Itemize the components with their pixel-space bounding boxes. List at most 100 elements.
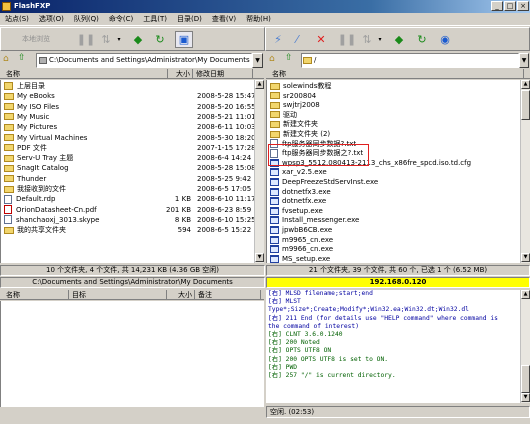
chevron-down-icon[interactable]: ▾ xyxy=(376,31,384,48)
table-row[interactable]: PDF 文件 2007-1-15 17:28 xyxy=(1,143,254,153)
table-row[interactable]: Serv-U Tray 主题 2008-6-4 14:24 xyxy=(1,153,254,163)
queue-column-size[interactable]: 大小 xyxy=(167,290,195,300)
pause-icon[interactable]: ❚❚ xyxy=(77,31,95,48)
table-row[interactable]: My eBooks 2008-5-28 15:47 xyxy=(1,91,254,101)
application-icon xyxy=(270,197,279,206)
left-path-dropdown[interactable]: ▼ xyxy=(252,53,263,68)
column-size[interactable]: 大小 xyxy=(168,69,193,79)
folder-icon xyxy=(4,154,14,162)
menu-item-0[interactable]: 站点(S) xyxy=(0,13,34,26)
right-column-header: 名称 xyxy=(266,69,530,79)
menu-item-2[interactable]: 队列(Q) xyxy=(69,13,104,26)
menu-item-1[interactable]: 选项(O) xyxy=(34,13,69,26)
menu-item-6[interactable]: 查看(V) xyxy=(207,13,241,26)
column-date[interactable]: 修改日期 xyxy=(193,69,253,79)
scroll-up-arrow[interactable]: ▲ xyxy=(521,290,530,299)
file-date: 2008-6-11 10:03 xyxy=(197,123,254,132)
menu-bar: 站点(S) 选项(O) 队列(Q) 命令(C) 工具(T) 目录(D) 查看(V) 帮助(H) xyxy=(0,13,530,26)
local-browse-button[interactable]: 本地浏览 xyxy=(4,30,68,48)
log-line: [右] MLSD filename;start;end xyxy=(268,290,373,297)
queue-column-name[interactable]: 名称 xyxy=(3,290,69,300)
refresh-icon[interactable]: ↻ xyxy=(151,31,169,48)
scroll-thumb[interactable] xyxy=(521,365,530,393)
menu-item-3[interactable]: 命令(C) xyxy=(104,13,138,26)
table-row[interactable]: OrionDatasheet-Cn.pdf 201 KB 2008-6-23 8:5… xyxy=(1,205,254,215)
menu-item-5[interactable]: 目录(D) xyxy=(172,13,207,26)
scroll-down-arrow[interactable]: ▼ xyxy=(521,253,530,262)
view-icon[interactable]: ▣ xyxy=(175,31,193,48)
folder-icon xyxy=(4,226,14,234)
left-address-bar: ⌂ ⇧ C:\Documents and Settings\Administra… xyxy=(0,52,265,69)
menu-item-4[interactable]: 工具(T) xyxy=(138,13,172,26)
log-scrollbar[interactable]: ▲ ▼ xyxy=(520,290,530,403)
right-path-dropdown[interactable]: ▼ xyxy=(519,53,529,68)
menu-item-7[interactable]: 帮助(H) xyxy=(241,13,276,26)
abort-icon[interactable]: ✕ xyxy=(312,31,330,48)
table-row[interactable]: shanchaoxj_3013.skype 8 KB 2008-6-10 15:25 xyxy=(1,215,254,225)
column-name[interactable]: 名称 xyxy=(269,69,524,79)
table-row[interactable]: 上层目录 xyxy=(1,81,254,91)
home-icon[interactable]: ⌂ xyxy=(3,54,9,64)
file-date: 2008-6-10 15:25 xyxy=(197,215,254,224)
table-row[interactable]: MS_setup.exe xyxy=(267,254,520,263)
plug-icon[interactable]: ⚡ xyxy=(269,31,287,48)
file-name: 新建文件夹 (2) xyxy=(283,130,331,138)
application-icon xyxy=(270,168,279,177)
table-row[interactable]: My ISO Files 2008-5-20 16:55 xyxy=(1,102,254,112)
connect-icon[interactable]: ◆ xyxy=(390,31,408,48)
up-arrow-icon[interactable]: ⇧ xyxy=(285,53,293,63)
folder-icon xyxy=(4,134,14,141)
left-scrollbar[interactable]: ▲ ▼ xyxy=(254,80,264,263)
table-row[interactable]: 我的共享文件夹 594 2008-6-5 15:22 xyxy=(1,225,254,235)
scroll-thumb[interactable] xyxy=(521,90,530,120)
queue-column-note[interactable]: 备注 xyxy=(195,290,261,300)
file-name: sr200804 xyxy=(283,91,317,100)
table-row[interactable]: 我接收到的文件 2008-6-5 17:05 xyxy=(1,184,254,194)
transfer-icon[interactable]: ⇅ xyxy=(97,31,115,48)
left-path-text: C:\Documents and Settings\Administrator\… xyxy=(49,56,250,64)
scroll-down-arrow[interactable]: ▼ xyxy=(255,253,264,262)
home-icon[interactable]: ⌂ xyxy=(269,54,275,64)
file-date: 2007-1-15 17:28 xyxy=(197,143,254,152)
file-date: 2008-5-30 18:20 xyxy=(197,133,254,142)
left-file-list[interactable]: 上层目录 My eBooks 2008-5-28 15:47 My ISO Files… xyxy=(0,80,254,263)
scroll-up-arrow[interactable]: ▲ xyxy=(521,80,530,89)
right-address-bar: ⌂ ⇧ / ▼ xyxy=(265,52,530,69)
pause-icon[interactable]: ❚❚ xyxy=(338,31,356,48)
application-icon xyxy=(270,206,279,215)
scroll-up-arrow[interactable]: ▲ xyxy=(255,80,264,89)
chevron-down-icon[interactable]: ▾ xyxy=(115,31,123,48)
up-arrow-icon[interactable]: ⇧ xyxy=(18,53,26,63)
folder-icon xyxy=(4,164,14,172)
table-row[interactable]: My Virtual Machines 2008-5-30 18:20 xyxy=(1,133,254,143)
table-row[interactable]: SnagIt Catalog 2008-5-28 15:08 xyxy=(1,163,254,173)
right-scrollbar[interactable]: ▲ ▼ xyxy=(520,80,530,263)
disconnect-icon[interactable]: ⁄ xyxy=(288,31,306,48)
transfer-queue[interactable] xyxy=(0,301,264,407)
folder-icon xyxy=(270,120,280,128)
table-row[interactable]: Thunder 2008-5-25 9:42 xyxy=(1,174,254,184)
file-name: 上层目录 xyxy=(17,82,45,90)
table-row[interactable]: My Pictures 2008-6-11 10:03 xyxy=(1,122,254,132)
file-size: 1 KB xyxy=(174,195,191,204)
scroll-down-arrow[interactable]: ▼ xyxy=(521,393,530,402)
left-path-input[interactable]: C:\Documents and Settings\Administrator\… xyxy=(36,53,252,68)
column-name[interactable]: 名称 xyxy=(3,69,168,79)
table-row[interactable]: Default.rdp 1 KB 2008-6-10 11:17 xyxy=(1,194,254,204)
transfer-icon[interactable]: ⇅ xyxy=(358,31,376,48)
file-name: Serv-U Tray 主题 xyxy=(17,154,74,163)
view-icon[interactable]: ◉ xyxy=(436,31,454,48)
app-icon xyxy=(2,2,11,11)
minimize-button[interactable]: _ xyxy=(491,1,503,11)
table-row[interactable]: My Music 2008-5-21 11:01 xyxy=(1,112,254,122)
right-file-list[interactable]: solewinds教程 sr200804 swjtrj2008 驱动 新建文件夹 新建文件… xyxy=(266,80,520,263)
maximize-button[interactable]: □ xyxy=(504,1,516,11)
right-toolbar: ⚡ ⁄ ✕ ❚❚ ⇅ ▾ ◆ ↻ ◉ xyxy=(265,27,530,51)
refresh-icon[interactable]: ↻ xyxy=(413,31,431,48)
file-icon xyxy=(4,215,12,225)
connect-icon[interactable]: ◆ xyxy=(129,31,147,48)
close-button[interactable]: × xyxy=(517,1,529,11)
right-path-input[interactable]: / xyxy=(301,53,519,68)
file-name: m9965_cn.exe xyxy=(282,235,334,244)
queue-column-target[interactable]: 目标 xyxy=(69,290,167,300)
